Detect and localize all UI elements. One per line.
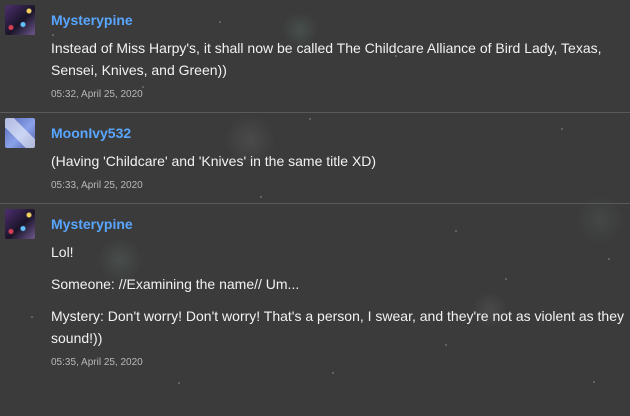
comment: MoonIvy532 (Having 'Childcare' and 'Kniv… — [0, 113, 630, 204]
comment-feed: Mysterypine Instead of Miss Harpy's, it … — [0, 0, 630, 380]
avatar[interactable] — [5, 5, 35, 35]
comment-text: Instead of Miss Harpy's, it shall now be… — [51, 37, 630, 81]
comment: Mysterypine Instead of Miss Harpy's, it … — [0, 0, 630, 113]
comment-body: MoonIvy532 (Having 'Childcare' and 'Kniv… — [51, 113, 630, 203]
comment-paragraph: Lol! — [51, 244, 74, 260]
comment-author[interactable]: MoonIvy532 — [51, 125, 630, 141]
comment-timestamp: 05:35, April 25, 2020 — [51, 357, 143, 368]
comment-author[interactable]: Mysterypine — [51, 216, 630, 232]
avatar[interactable] — [5, 209, 35, 239]
comment-body: Mysterypine Instead of Miss Harpy's, it … — [51, 0, 630, 112]
comment-text: (Having 'Childcare' and 'Knives' in the … — [51, 150, 630, 172]
comment-body: Mysterypine Lol! Someone: //Examining th… — [51, 204, 630, 380]
comment-paragraph: Mystery: Don't worry! Don't worry! That'… — [51, 308, 625, 346]
comment-paragraph: Someone: //Examining the name// Um... — [51, 276, 300, 292]
comment-text: Lol! Someone: //Examining the name// Um.… — [51, 241, 630, 349]
comment-timestamp: 05:32, April 25, 2020 — [51, 89, 143, 100]
avatar[interactable] — [5, 118, 35, 148]
comment-paragraph: Instead of Miss Harpy's, it shall now be… — [51, 40, 602, 78]
comment-paragraph: (Having 'Childcare' and 'Knives' in the … — [51, 153, 377, 169]
comment-author[interactable]: Mysterypine — [51, 12, 630, 28]
comment-timestamp: 05:33, April 25, 2020 — [51, 180, 143, 191]
comment: Mysterypine Lol! Someone: //Examining th… — [0, 204, 630, 380]
